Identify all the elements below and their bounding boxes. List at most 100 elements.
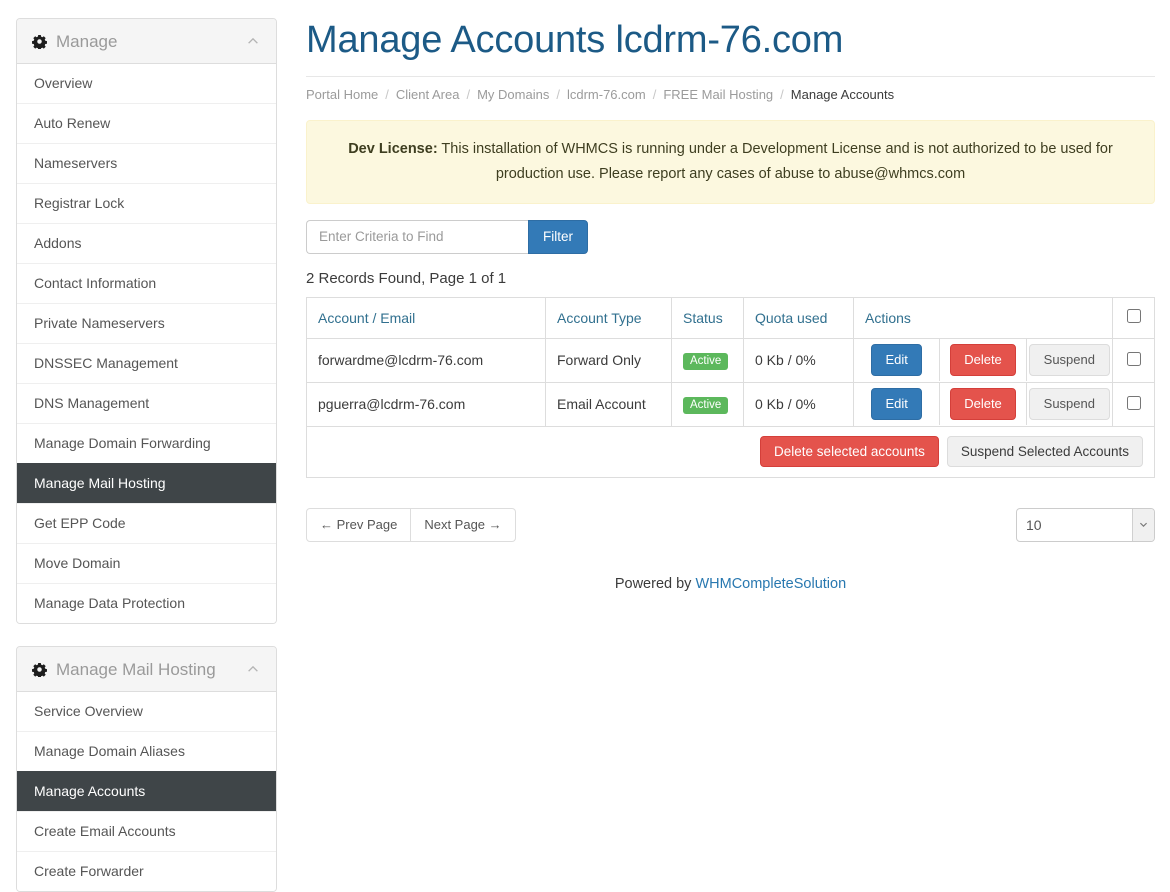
sidebar-panel-mail-hosting-label: Manage Mail Hosting: [56, 659, 216, 679]
sidebar-item-auto-renew[interactable]: Auto Renew: [17, 103, 276, 143]
sidebar-item-addons[interactable]: Addons: [17, 223, 276, 263]
table-row: pguerra@lcdrm-76.com Email Account Activ…: [306, 381, 1155, 427]
sidebar-item-label: Manage Domain Forwarding: [34, 435, 211, 451]
sidebar-item-move-domain[interactable]: Move Domain: [17, 543, 276, 583]
prev-page-button[interactable]: ← Prev Page: [306, 507, 412, 542]
page-limit-select[interactable]: 102550100: [1016, 507, 1155, 542]
delete-button[interactable]: Delete: [950, 387, 1016, 420]
delete-selected-accounts-button[interactable]: Delete selected accounts: [760, 436, 939, 468]
cell-account-type: Forward Only: [545, 337, 672, 383]
select-all-checkbox[interactable]: [1126, 309, 1141, 324]
sidebar-item-dns-management[interactable]: DNS Management: [17, 383, 276, 423]
sidebar-item-label: Create Forwarder: [34, 863, 144, 879]
breadcrumb-separator: /: [780, 86, 784, 102]
breadcrumb-separator: /: [556, 86, 560, 102]
chevron-up-icon[interactable]: [246, 34, 260, 48]
sidebar-item-overview[interactable]: Overview: [17, 64, 276, 103]
sidebar-item-manage-mail-hosting[interactable]: Manage Mail Hosting: [17, 463, 276, 503]
sidebar-item-dnssec-management[interactable]: DNSSEC Management: [17, 343, 276, 383]
sidebar-item-manage-domain-aliases[interactable]: Manage Domain Aliases: [17, 731, 276, 771]
delete-button[interactable]: Delete: [950, 343, 1016, 376]
column-header-actions: Actions: [853, 296, 1113, 339]
sidebar-item-contact-information[interactable]: Contact Information: [17, 263, 276, 303]
column-header-account-email: Account / Email: [306, 296, 546, 339]
whmcs-link[interactable]: WHMCompleteSolution: [695, 576, 846, 592]
breadcrumb: Portal Home / Client Area / My Domains / lcdrm…: [306, 75, 1155, 102]
sidebar-item-manage-domain-forwarding[interactable]: Manage Domain Forwarding: [17, 423, 276, 463]
powered-by-footer: Powered by WHMCompleteSolution: [306, 576, 1155, 592]
sidebar-item-service-overview[interactable]: Service Overview: [17, 692, 276, 731]
search-input[interactable]: [306, 219, 528, 254]
sidebar: Manage Overview Auto Renew Nameservers R…: [16, 18, 277, 892]
suspend-selected-accounts-button[interactable]: Suspend Selected Accounts: [946, 436, 1143, 468]
sidebar-panel-manage-heading[interactable]: Manage: [17, 19, 276, 64]
row-select-checkbox[interactable]: [1126, 395, 1141, 410]
table-header-row: Account / Email Account Type Status Quot…: [306, 296, 1155, 339]
edit-button[interactable]: Edit: [871, 387, 922, 420]
breadcrumb-item-domain[interactable]: lcdrm-76.com: [567, 87, 646, 102]
sidebar-item-label: Nameservers: [34, 155, 118, 171]
main-content: Manage Accounts lcdrm-76.com Portal Home…: [306, 0, 1155, 592]
dev-license-alert: Dev License: This installation of WHMCS …: [306, 119, 1155, 204]
column-header-select-all: [1112, 296, 1155, 339]
cell-row-select: [1112, 381, 1155, 427]
accounts-table-body: forwardme@lcdrm-76.com Forward Only Acti…: [306, 337, 1155, 478]
sidebar-item-registrar-lock[interactable]: Registrar Lock: [17, 183, 276, 223]
action-cell-edit: Edit: [854, 338, 941, 381]
sidebar-item-nameservers[interactable]: Nameservers: [17, 143, 276, 183]
gear-icon: [32, 662, 47, 677]
sidebar-panel-mail-hosting: Manage Mail Hosting Service Overview Man…: [16, 646, 277, 892]
sidebar-item-label: Addons: [34, 235, 82, 251]
breadcrumb-separator: /: [466, 86, 471, 102]
column-header-account-type: Account Type: [545, 296, 672, 339]
chevron-up-icon[interactable]: [246, 662, 260, 676]
sidebar-panel-mail-hosting-heading[interactable]: Manage Mail Hosting: [17, 647, 276, 692]
sidebar-panel-manage: Manage Overview Auto Renew Nameservers R…: [16, 18, 277, 624]
sidebar-item-private-nameservers[interactable]: Private Nameservers: [17, 303, 276, 343]
sidebar-item-create-email-accounts[interactable]: Create Email Accounts: [17, 811, 276, 851]
actions-group: Edit Delete Suspend: [854, 338, 1112, 382]
dev-license-alert-strong: Dev License:: [348, 140, 438, 157]
sidebar-item-label: Overview: [34, 75, 93, 91]
filter-form: Filter: [306, 219, 1155, 254]
sidebar-panel-manage-title: Manage: [32, 33, 117, 50]
row-select-checkbox[interactable]: [1126, 351, 1141, 366]
records-found-text: 2 Records Found, Page 1 of 1: [306, 269, 507, 287]
suspend-button[interactable]: Suspend: [1028, 343, 1110, 376]
sidebar-item-label: Registrar Lock: [34, 195, 125, 211]
action-cell-suspend: Suspend: [1027, 383, 1112, 425]
sidebar-list-manage: Overview Auto Renew Nameservers Registra…: [17, 64, 276, 623]
cell-quota-used: 0 Kb / 0%: [743, 381, 854, 427]
breadcrumb-separator: /: [652, 86, 657, 102]
breadcrumb-item-my-domains[interactable]: My Domains: [477, 87, 549, 102]
filter-button[interactable]: Filter: [528, 219, 588, 254]
page-title: Manage Accounts lcdrm-76.com: [306, 19, 844, 61]
sidebar-item-label: DNSSEC Management: [34, 355, 178, 371]
sidebar-item-label: Manage Accounts: [34, 783, 146, 799]
bulk-actions-group: Delete selected accounts Suspend Selecte…: [318, 436, 1143, 468]
dev-license-alert-text: This installation of WHMCS is running un…: [437, 140, 1113, 182]
sidebar-list-mail-hosting: Service Overview Manage Domain Aliases M…: [17, 692, 276, 891]
cell-actions: Edit Delete Suspend: [853, 381, 1113, 427]
sidebar-item-manage-accounts[interactable]: Manage Accounts: [17, 771, 276, 811]
sidebar-item-manage-data-protection[interactable]: Manage Data Protection: [17, 583, 276, 623]
sidebar-panel-manage-label: Manage: [56, 31, 118, 51]
next-page-button[interactable]: Next Page →: [411, 507, 516, 542]
status-badge: Active: [683, 396, 729, 415]
cell-status: Active: [671, 337, 744, 383]
breadcrumb-separator: /: [385, 86, 389, 102]
suspend-button[interactable]: Suspend: [1028, 387, 1110, 420]
breadcrumb-item-portal-home[interactable]: Portal Home: [306, 87, 378, 102]
sidebar-item-get-epp-code[interactable]: Get EPP Code: [17, 503, 276, 543]
sidebar-item-label: Create Email Accounts: [34, 823, 176, 839]
cell-quota-used: 0 Kb / 0%: [743, 337, 854, 383]
sidebar-item-create-forwarder[interactable]: Create Forwarder: [17, 851, 276, 891]
table-footer-row: Delete selected accounts Suspend Selecte…: [306, 425, 1155, 478]
breadcrumb-item-client-area[interactable]: Client Area: [396, 87, 460, 102]
table-footer-cell: Delete selected accounts Suspend Selecte…: [306, 425, 1155, 478]
sidebar-item-label: Manage Mail Hosting: [34, 475, 166, 491]
action-cell-delete: Delete: [940, 382, 1027, 425]
edit-button[interactable]: Edit: [871, 343, 922, 376]
breadcrumb-item-free-mail-hosting[interactable]: FREE Mail Hosting: [663, 87, 773, 102]
sidebar-item-label: Service Overview: [34, 703, 143, 719]
